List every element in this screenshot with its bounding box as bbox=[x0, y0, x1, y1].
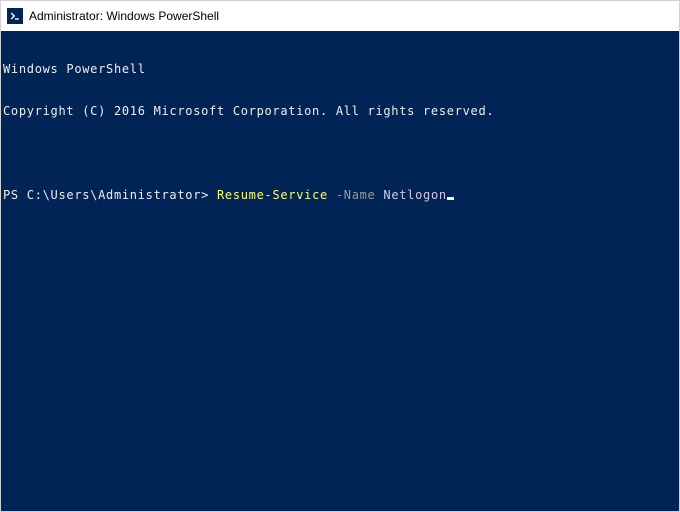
arg-text: Netlogon bbox=[375, 188, 446, 202]
cmdlet-text: Resume-Service bbox=[217, 188, 328, 202]
terminal-copyright-line: Copyright (C) 2016 Microsoft Corporation… bbox=[3, 104, 677, 118]
window-title: Administrator: Windows PowerShell bbox=[29, 9, 219, 23]
powershell-icon bbox=[7, 8, 23, 24]
terminal-pane[interactable]: Windows PowerShell Copyright (C) 2016 Mi… bbox=[1, 31, 679, 511]
powershell-window: Administrator: Windows PowerShell Window… bbox=[0, 0, 680, 512]
cursor-icon bbox=[447, 197, 454, 200]
titlebar[interactable]: Administrator: Windows PowerShell bbox=[1, 1, 679, 31]
terminal-blank-line bbox=[3, 146, 677, 160]
flag-text: -Name bbox=[328, 188, 376, 202]
terminal-prompt-line: PS C:\Users\Administrator> Resume-Servic… bbox=[3, 188, 677, 202]
terminal-header-line: Windows PowerShell bbox=[3, 62, 677, 76]
prompt-text: PS C:\Users\Administrator> bbox=[3, 188, 217, 202]
